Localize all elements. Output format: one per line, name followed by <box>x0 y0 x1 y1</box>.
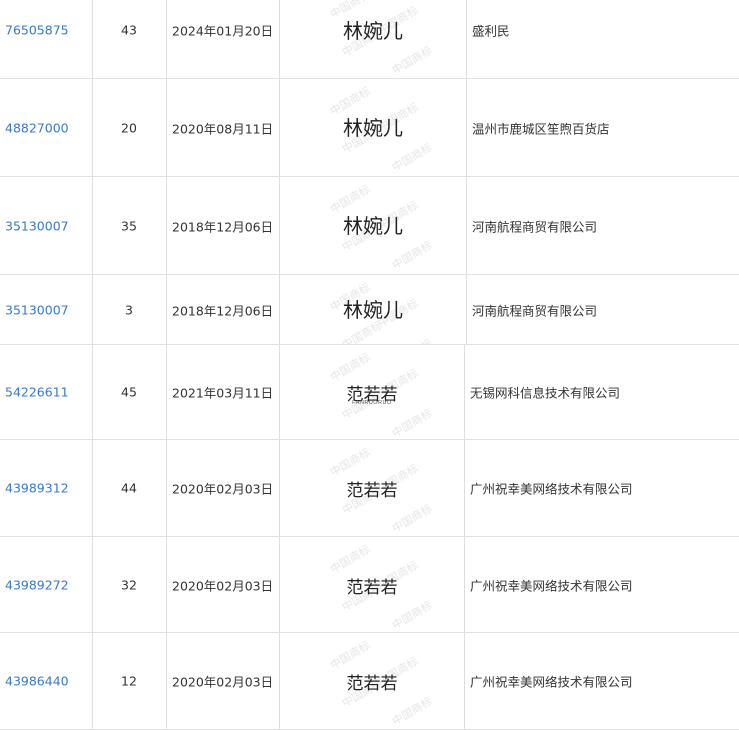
watermark-text: 中国商标 <box>389 694 435 729</box>
registration-number-link[interactable]: 43989312 <box>5 481 69 496</box>
column-divider <box>464 537 465 632</box>
trademark-subtitle: FANRUORUO <box>352 400 392 406</box>
registration-number-link[interactable]: 48827000 <box>5 120 69 135</box>
trademark-image[interactable]: 中国商标中国商标中国商标中国商标林婉儿 <box>280 177 466 274</box>
trademark-image[interactable]: 中国商标 中国商标 中国商标 中国商标 范若若 <box>280 440 464 536</box>
column-divider <box>166 275 167 344</box>
class-cell: 20 <box>92 79 166 176</box>
column-divider <box>166 0 167 78</box>
registration-number-link[interactable]: 54226611 <box>5 385 69 400</box>
application-date: 2020年08月11日 <box>172 121 274 136</box>
registration-number-link[interactable]: 76505875 <box>5 23 69 38</box>
column-divider <box>466 177 467 274</box>
trademark-name: 林婉儿 <box>343 116 403 140</box>
table-row: 43989312 44 2020年02月03日 中国商标 中国商标 中国商标 中国商标 范若若… <box>0 440 739 537</box>
trademark-image[interactable]: 中国商标中国商标中国商标中国商标林婉儿 <box>280 0 466 78</box>
applicant-name: 无锡网科信息技术有限公司 <box>470 385 621 401</box>
trademark-image[interactable]: 中国商标中国商标中国商标中国商标林婉儿 <box>280 79 466 176</box>
trademark-name: 林婉儿 <box>343 298 403 322</box>
column-divider <box>466 0 467 78</box>
watermark-text: 中国商标 <box>389 335 435 344</box>
column-divider <box>166 440 167 536</box>
application-date: 2020年02月03日 <box>172 578 274 593</box>
class-number: 43 <box>121 22 137 38</box>
table-row: 35130007 35 2018年12月06日 中国商标 中国商标 中国商标 中国商标 林婉儿… <box>0 177 739 275</box>
applicant-name: 河南航程商贸有限公司 <box>472 219 598 234</box>
applicant-name: 广州祝幸美网络技术有限公司 <box>470 481 633 497</box>
column-divider <box>464 345 465 439</box>
trademark-name: 林婉儿 <box>343 214 403 238</box>
watermark-text: 中国商标 <box>389 43 435 78</box>
class-cell: 45 <box>92 345 166 439</box>
trademark-image[interactable]: 中国商标 中国商标 中国商标 中国商标 范若若 FANRUORUO <box>280 345 464 439</box>
application-date: 2018年12月06日 <box>172 219 274 234</box>
watermark-text: 中国商标 <box>389 598 435 632</box>
trademark-name: 范若若 <box>346 577 398 598</box>
watermark-text: 中国商标 <box>389 406 435 439</box>
class-number: 12 <box>121 673 137 689</box>
applicant-name: 盛利民 <box>472 23 510 39</box>
class-number: 3 <box>125 302 133 317</box>
trademark-name: 范若若 <box>346 481 398 501</box>
registration-number-link[interactable]: 35130007 <box>5 302 69 317</box>
application-date: 2020年02月03日 <box>172 674 274 690</box>
watermark-text: 中国商标 <box>389 238 435 273</box>
column-divider <box>166 79 167 176</box>
trademark-name: 林婉儿 <box>343 18 403 43</box>
column-divider <box>166 633 167 729</box>
table-row: 48827000 20 2020年08月11日 中国商标 中国商标 中国商标 中国商标 林婉儿… <box>0 79 739 177</box>
class-number: 35 <box>121 218 137 233</box>
column-divider <box>166 177 167 274</box>
class-number: 20 <box>121 120 137 135</box>
class-cell: 32 <box>92 537 166 632</box>
class-cell: 43 <box>92 0 166 78</box>
class-cell: 3 <box>92 275 166 344</box>
class-number: 44 <box>121 480 137 496</box>
watermark-text: 中国商标 <box>327 445 373 480</box>
class-cell: 12 <box>92 633 166 729</box>
trademark-image[interactable]: 中国商标 中国商标 中国商标 中国商标 范若若 <box>280 537 464 632</box>
class-cell: 44 <box>92 440 166 536</box>
application-date: 2020年02月03日 <box>172 481 274 497</box>
applicant-name: 广州祝幸美网络技术有限公司 <box>470 674 633 690</box>
trademark-image[interactable]: 中国商标 中国商标 中国商标 中国商标 范若若 <box>280 633 464 729</box>
watermark-text: 中国商标 <box>389 501 435 536</box>
column-divider <box>166 537 167 632</box>
table-row: 43986440 12 2020年02月03日 中国商标 中国商标 中国商标 中国商标 范若若… <box>0 633 739 730</box>
class-number: 45 <box>121 384 137 400</box>
table-row: 43989272 32 2020年02月03日 中国商标 中国商标 中国商标 中国商标 范若若… <box>0 537 739 633</box>
class-cell: 35 <box>92 177 166 274</box>
application-date: 2021年03月11日 <box>172 385 274 401</box>
watermark-text: 中国商标 <box>327 638 373 673</box>
column-divider <box>464 633 465 729</box>
column-divider <box>466 275 467 344</box>
column-divider <box>166 345 167 439</box>
registration-number-link[interactable]: 35130007 <box>5 218 69 233</box>
trademark-image[interactable]: 中国商标中国商标中国商标中国商标林婉儿 <box>280 275 466 344</box>
table-row: 3513000732018年12月06日中国商标中国商标中国商标中国商标林婉儿河… <box>0 275 739 345</box>
table-row: 54226611 45 2021年03月11日 中国商标 中国商标 中国商标 中国商标 范若若… <box>0 345 739 440</box>
registration-number-link[interactable]: 43986440 <box>5 674 69 689</box>
class-number: 32 <box>121 577 137 592</box>
applicant-name: 温州市鹿城区笙煦百货店 <box>472 121 610 136</box>
trademark-name: 范若若 <box>346 674 398 694</box>
application-date: 2018年12月06日 <box>172 303 274 318</box>
column-divider <box>466 79 467 176</box>
applicant-name: 广州祝幸美网络技术有限公司 <box>470 578 633 593</box>
watermark-text: 中国商标 <box>389 140 435 175</box>
registration-number-link[interactable]: 43989272 <box>5 577 69 592</box>
column-divider <box>464 440 465 536</box>
application-date: 2024年01月20日 <box>172 23 274 39</box>
applicant-name: 河南航程商贸有限公司 <box>472 303 598 318</box>
table-row: 76505875 43 2024年01月20日 中国商标 中国商标 中国商标 中国商标 林婉儿… <box>0 0 739 79</box>
